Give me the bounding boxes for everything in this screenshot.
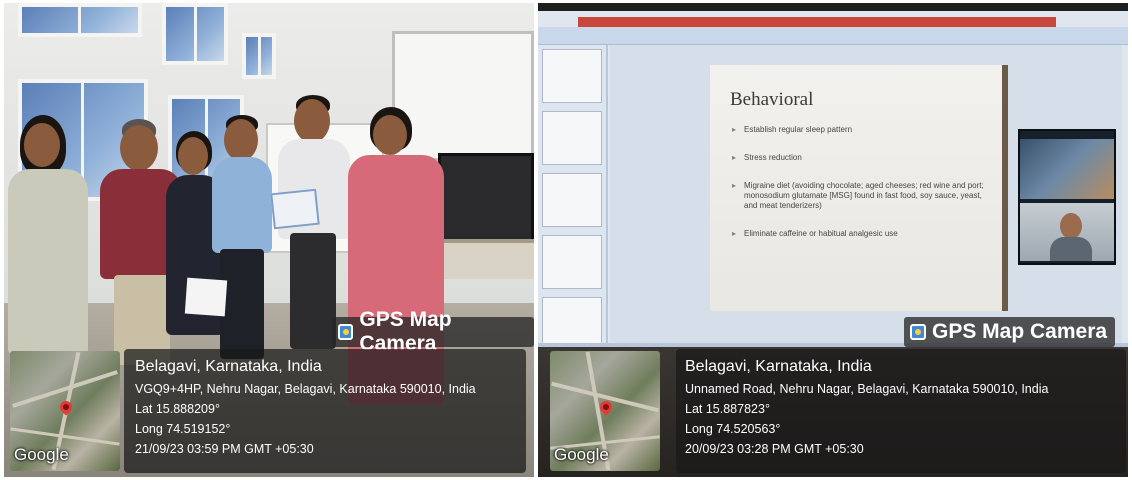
window [242,33,276,79]
gps-text-block: Belagavi, Karnataka, India Unnamed Road,… [685,357,1125,459]
slide-title: Behavioral [730,89,814,110]
location-name: Belagavi, Karnataka, India [685,358,872,375]
slide-bullets: Establish regular sleep pattern Stress r… [730,125,992,257]
longitude: Long 74.519152° [135,422,231,436]
latitude: Lat 15.887823° [685,402,770,416]
gps-map-camera-badge: GPS Map Camera [904,317,1116,347]
slide: Behavioral Establish regular sleep patte… [710,65,1002,311]
projected-screen: Behavioral Establish regular sleep patte… [538,11,1128,351]
paper-sheet [184,277,228,317]
slide-bullet: Migraine diet (avoiding chocolate; aged … [730,181,992,211]
map-thumbnail: Google [550,351,660,471]
window [162,3,228,65]
slide-thumbnail [542,173,602,227]
longitude: Long 74.520563° [685,422,781,436]
television [438,153,534,243]
map-pin-icon [57,398,75,416]
video-call-room-feed [1020,139,1114,199]
window [18,3,142,37]
certificate [270,188,320,230]
datetime: 21/09/23 03:59 PM GMT +05:30 [135,442,314,456]
location-name: Belagavi, Karnataka, India [135,358,322,375]
google-logo: Google [554,445,609,464]
slide-bullet: Eliminate caffeine or habitual analgesic… [730,229,992,239]
datetime: 20/09/23 03:28 PM GMT +05:30 [685,442,864,456]
slide-thumbnail [542,235,602,289]
photo-left: GPS Map Camera Google Belagavi, Karnatak… [4,3,534,477]
google-logo: Google [14,445,69,464]
table [436,239,534,279]
app-title-bar [578,17,1056,27]
slide-thumbnail [542,111,602,165]
address: Unnamed Road, Nehru Nagar, Belagavi, Kar… [685,382,1049,396]
slide-thumbnails [538,45,608,351]
latitude: Lat 15.888209° [135,402,220,416]
gps-camera-icon [338,324,354,340]
video-call-participant [1020,203,1114,261]
gps-camera-icon [910,324,926,340]
slide-thumbnail [542,49,602,103]
photo-right: Behavioral Establish regular sleep patte… [538,3,1128,477]
slide-bullet: Establish regular sleep pattern [730,125,992,135]
address: VGQ9+4HP, Nehru Nagar, Belagavi, Karnata… [135,382,476,396]
video-call-window [1018,129,1116,265]
gps-text-block: Belagavi, Karnataka, India VGQ9+4HP, Neh… [135,357,523,459]
badge-label: GPS Map Camera [932,320,1108,343]
gps-map-camera-badge: GPS Map Camera [332,308,534,355]
slide-bullet: Stress reduction [730,153,992,163]
app-ribbon [538,27,1128,45]
map-thumbnail: Google [10,351,120,471]
